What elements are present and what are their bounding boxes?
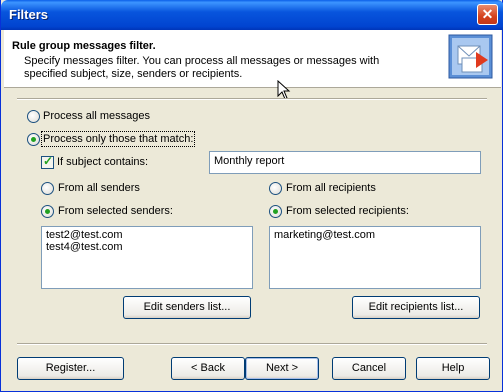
mail-filter-icon <box>448 34 493 79</box>
all-recipients-radio[interactable] <box>269 182 282 195</box>
all-senders-label[interactable]: From all senders <box>58 182 140 194</box>
mouse-cursor-icon <box>277 80 291 100</box>
register-button[interactable]: Register... <box>17 357 124 380</box>
header-description: Specify messages filter. You can process… <box>24 55 380 80</box>
subject-checkbox-label[interactable]: If subject contains: <box>57 156 148 168</box>
edit-recipients-button[interactable]: Edit recipients list... <box>352 296 480 319</box>
all-recipients-label[interactable]: From all recipients <box>286 182 376 194</box>
checkmark-icon: ✓ <box>42 154 54 168</box>
bottom-divider <box>17 343 487 345</box>
list-item[interactable]: marketing@test.com <box>274 229 476 241</box>
selected-senders-label[interactable]: From selected senders: <box>58 205 173 217</box>
title-bar[interactable]: Filters ✕ <box>1 0 503 30</box>
top-divider <box>17 98 487 100</box>
recipients-list[interactable]: marketing@test.com <box>269 226 481 289</box>
subject-input[interactable]: Monthly report <box>209 151 481 174</box>
back-button[interactable]: < Back <box>171 357 245 380</box>
next-button[interactable]: Next > <box>245 357 319 380</box>
process-match-radio[interactable] <box>27 133 40 146</box>
window-title: Filters <box>9 7 49 22</box>
close-button[interactable]: ✕ <box>477 4 498 25</box>
edit-senders-button[interactable]: Edit senders list... <box>123 296 251 319</box>
close-icon: ✕ <box>481 6 494 22</box>
filters-dialog: Filters ✕ Rule group messages filter. Sp… <box>0 0 503 392</box>
process-match-label[interactable]: Process only those that match: <box>40 131 196 147</box>
list-item[interactable]: test2@test.com <box>46 229 248 241</box>
help-button[interactable]: Help <box>416 357 490 380</box>
all-senders-radio[interactable] <box>41 182 54 195</box>
wizard-header: Rule group messages filter. Specify mess… <box>4 30 501 88</box>
cancel-button[interactable]: Cancel <box>332 357 406 380</box>
process-all-radio[interactable] <box>27 110 40 123</box>
header-title: Rule group messages filter. <box>12 40 156 52</box>
subject-checkbox[interactable]: ✓ <box>41 154 54 169</box>
list-item[interactable]: test4@test.com <box>46 241 248 253</box>
senders-list[interactable]: test2@test.com test4@test.com <box>41 226 253 289</box>
process-all-label[interactable]: Process all messages <box>43 110 150 122</box>
selected-senders-radio[interactable] <box>41 205 54 218</box>
selected-recipients-radio[interactable] <box>269 205 282 218</box>
selected-recipients-label[interactable]: From selected recipients: <box>286 205 409 217</box>
